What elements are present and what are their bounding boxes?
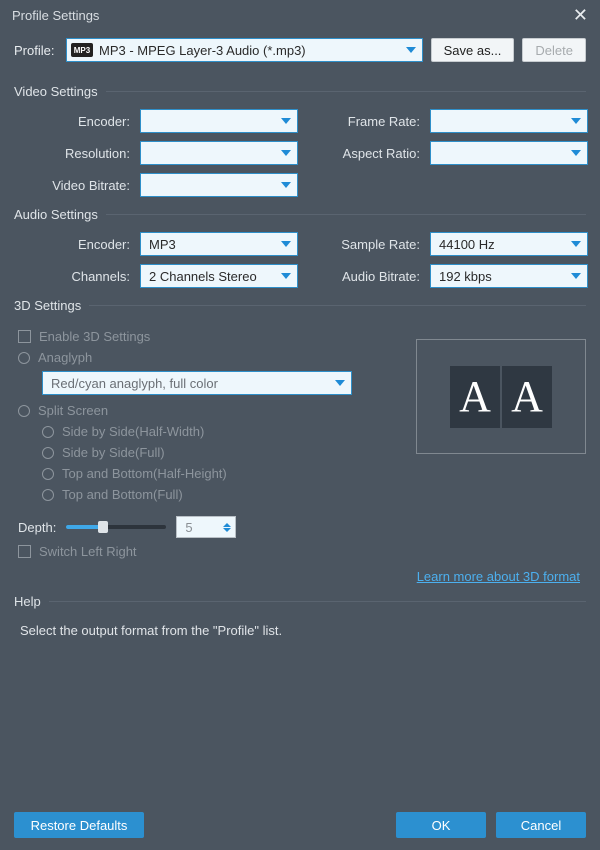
title-bar: Profile Settings ✕ — [0, 0, 600, 30]
chevron-down-icon — [281, 182, 291, 188]
sbs-full-radio[interactable] — [42, 447, 54, 459]
profile-value: MP3 - MPEG Layer-3 Audio (*.mp3) — [99, 43, 394, 58]
split-screen-row: Split Screen — [18, 403, 406, 418]
switch-lr-row: Switch Left Right — [18, 544, 586, 559]
learn-more-link[interactable]: Learn more about 3D format — [417, 569, 580, 584]
spinner-arrows-icon[interactable] — [223, 523, 231, 532]
video-settings-section: Video Settings Encoder: Frame Rate: Reso… — [14, 84, 586, 197]
chevron-down-icon — [335, 380, 345, 386]
enable-3d-checkbox[interactable] — [18, 330, 31, 343]
tab-half-label: Top and Bottom(Half-Height) — [62, 466, 227, 481]
chevron-down-icon — [281, 273, 291, 279]
video-encoder-dropdown[interactable] — [140, 109, 298, 133]
tab-half-row: Top and Bottom(Half-Height) — [42, 466, 406, 481]
aspect-ratio-dropdown[interactable] — [430, 141, 588, 165]
sbs-half-label: Side by Side(Half-Width) — [62, 424, 204, 439]
help-header: Help — [14, 594, 586, 609]
depth-row: Depth: 5 — [18, 516, 586, 538]
enable-3d-label: Enable 3D Settings — [39, 329, 150, 344]
chevron-down-icon — [281, 118, 291, 124]
switch-lr-label: Switch Left Right — [39, 544, 137, 559]
three-d-settings-header: 3D Settings — [14, 298, 586, 313]
help-text: Select the output format from the "Profi… — [20, 623, 586, 638]
delete-button: Delete — [522, 38, 586, 62]
video-grid: Encoder: Frame Rate: Resolution: Aspect … — [20, 109, 586, 197]
audio-settings-section: Audio Settings Encoder: MP3 Sample Rate:… — [14, 207, 586, 288]
restore-defaults-button[interactable]: Restore Defaults — [14, 812, 144, 838]
save-as-button[interactable]: Save as... — [431, 38, 515, 62]
anaglyph-label: Anaglyph — [38, 350, 92, 365]
chevron-down-icon — [571, 273, 581, 279]
channels-label: Channels: — [20, 269, 130, 284]
audio-settings-header: Audio Settings — [14, 207, 586, 222]
divider — [49, 601, 586, 602]
help-section: Help Select the output format from the "… — [14, 594, 586, 638]
sbs-half-radio[interactable] — [42, 426, 54, 438]
chevron-down-icon — [281, 241, 291, 247]
resolution-label: Resolution: — [20, 146, 130, 161]
sample-rate-dropdown[interactable]: 44100 Hz — [430, 232, 588, 256]
audio-grid: Encoder: MP3 Sample Rate: 44100 Hz Chann… — [20, 232, 586, 288]
chevron-down-icon — [571, 118, 581, 124]
help-title: Help — [14, 594, 41, 609]
switch-lr-checkbox[interactable] — [18, 545, 31, 558]
three-d-preview: A A — [416, 339, 586, 454]
audio-settings-title: Audio Settings — [14, 207, 98, 222]
mp3-icon: MP3 — [71, 43, 93, 57]
depth-label: Depth: — [18, 520, 56, 535]
anaglyph-dropdown[interactable]: Red/cyan anaglyph, full color — [42, 371, 352, 395]
audio-bitrate-dropdown[interactable]: 192 kbps — [430, 264, 588, 288]
preview-left: A — [450, 366, 500, 428]
split-screen-label: Split Screen — [38, 403, 108, 418]
frame-rate-dropdown[interactable] — [430, 109, 588, 133]
sbs-full-row: Side by Side(Full) — [42, 445, 406, 460]
tab-full-label: Top and Bottom(Full) — [62, 487, 183, 502]
cancel-button[interactable]: Cancel — [496, 812, 586, 838]
depth-slider[interactable] — [66, 525, 166, 529]
video-encoder-label: Encoder: — [20, 114, 130, 129]
tab-full-row: Top and Bottom(Full) — [42, 487, 406, 502]
tab-full-radio[interactable] — [42, 489, 54, 501]
split-screen-radio[interactable] — [18, 405, 30, 417]
profile-dropdown[interactable]: MP3 MP3 - MPEG Layer-3 Audio (*.mp3) — [66, 38, 423, 62]
audio-encoder-dropdown[interactable]: MP3 — [140, 232, 298, 256]
audio-encoder-label: Encoder: — [20, 237, 130, 252]
anaglyph-row: Anaglyph — [18, 350, 406, 365]
close-icon[interactable]: ✕ — [573, 6, 588, 24]
chevron-down-icon — [571, 241, 581, 247]
anaglyph-radio[interactable] — [18, 352, 30, 364]
window-title: Profile Settings — [12, 8, 99, 23]
audio-bitrate-label: Audio Bitrate: — [310, 269, 420, 284]
sbs-full-label: Side by Side(Full) — [62, 445, 165, 460]
preview-right: A — [502, 366, 552, 428]
video-settings-header: Video Settings — [14, 84, 586, 99]
video-bitrate-label: Video Bitrate: — [20, 178, 130, 193]
footer-bar: Restore Defaults OK Cancel — [14, 812, 586, 838]
profile-label: Profile: — [14, 43, 58, 58]
divider — [89, 305, 586, 306]
chevron-down-icon — [281, 150, 291, 156]
video-bitrate-dropdown[interactable] — [140, 173, 298, 197]
resolution-dropdown[interactable] — [140, 141, 298, 165]
chevron-down-icon — [571, 150, 581, 156]
profile-row: Profile: MP3 MP3 - MPEG Layer-3 Audio (*… — [0, 30, 600, 74]
depth-value: 5 — [185, 520, 192, 535]
channels-dropdown[interactable]: 2 Channels Stereo — [140, 264, 298, 288]
enable-3d-row: Enable 3D Settings — [18, 329, 406, 344]
slider-thumb[interactable] — [98, 521, 108, 533]
depth-spinner[interactable]: 5 — [176, 516, 236, 538]
three-d-settings-section: 3D Settings Enable 3D Settings Anaglyph … — [14, 298, 586, 584]
three-d-settings-title: 3D Settings — [14, 298, 81, 313]
aspect-ratio-label: Aspect Ratio: — [310, 146, 420, 161]
tab-half-radio[interactable] — [42, 468, 54, 480]
frame-rate-label: Frame Rate: — [310, 114, 420, 129]
ok-button[interactable]: OK — [396, 812, 486, 838]
divider — [106, 214, 586, 215]
video-settings-title: Video Settings — [14, 84, 98, 99]
sbs-half-row: Side by Side(Half-Width) — [42, 424, 406, 439]
chevron-down-icon — [406, 47, 416, 53]
sample-rate-label: Sample Rate: — [310, 237, 420, 252]
divider — [106, 91, 586, 92]
